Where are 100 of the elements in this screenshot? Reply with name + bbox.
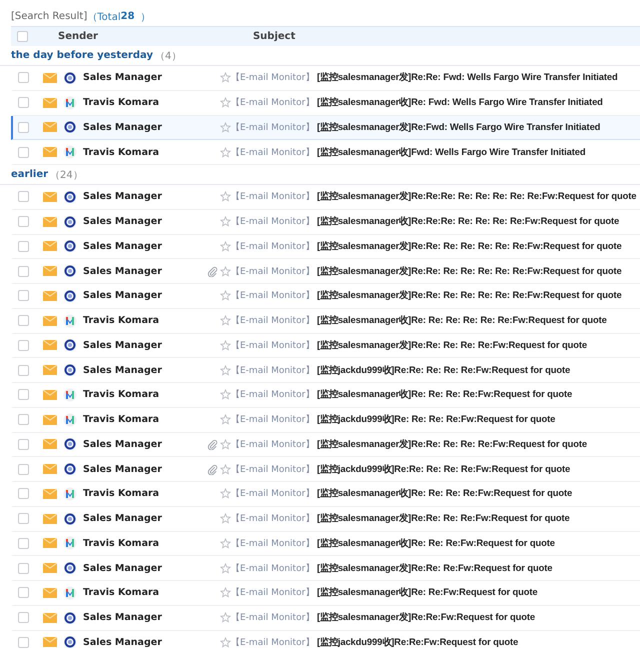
mail-subject[interactable]: [监控salesmanager发]Re:Re: Re: Re: Re: Re: Re:Fw:Request for quote [317,240,622,253]
row-checkbox[interactable] [18,266,29,277]
mail-subject[interactable]: [监控salesmanager收]Re:Re:Re: Re: Re: Re: Re:Fw:Request for quote [317,215,620,228]
mail-subject[interactable]: [监控salesmanager发]Re:Re: Fwd: Wells Fargo Wire Transfer Initiated [317,71,618,84]
mail-subject[interactable]: [监控salesmanager收]Re: Re: Re: Re: Re: Re:Fw:Request for quote [317,314,607,328]
sender-name: Sales Manager [83,216,163,228]
mail-subject[interactable]: [监控salesmanager发]Re:Re:Re: Re: Re: Re: Re: Re:Fw:Request for quote [317,190,636,204]
star-icon[interactable] [220,488,231,500]
envelope-icon [43,316,57,326]
star-icon[interactable] [220,438,231,450]
mail-subject[interactable]: [监控salesmanager发]Re:Re: Re: Re: Re: Re: Re:Fw:Request for quote [317,289,622,302]
monitor-tag: 【E-mail Monitor】 [231,314,317,328]
row-checkbox[interactable] [18,414,29,426]
mail-subject[interactable]: [监控jackdu999收]Re:Re: Re: Re: Re:Fw:Request for quote [317,462,570,476]
row-checkbox[interactable] [18,315,29,326]
row-checkbox[interactable] [18,612,29,624]
row-checkbox[interactable] [18,464,29,475]
sender-name: Travis Komara [83,315,160,326]
star-icon[interactable] [220,513,231,524]
row-checkbox[interactable] [18,438,29,450]
row-checkbox[interactable] [18,488,29,500]
star-icon[interactable] [220,364,231,376]
sender-name: Sales Manager [83,122,163,133]
mail-subject[interactable]: [监控salesmanager发]Re:Re: Re: Re:Fw:Request for quote [317,512,570,526]
row-checkbox[interactable] [18,97,29,108]
star-icon[interactable] [220,97,231,108]
envelope-icon [43,464,57,474]
row-checkbox[interactable] [18,290,29,302]
mail-subject[interactable]: [监控salesmanager发]Re:Re:Fw:Request for quote [317,611,536,624]
mail-subject[interactable]: [监控salesmanager发]Re:Re: Re: Re: Re:Fw:Request for quote [317,438,587,451]
mail-subject[interactable]: [监控salesmanager发]Re:Re: Re: Re: Re:Fw:Request for quote [317,338,587,352]
mail-row[interactable]: Sales Manager 【E-mail Monitor】 [监控salesmanager发]Re:Re: Re: Re: Re: Re: Re:Fw:Request for quote [11,234,640,260]
star-icon[interactable] [220,464,231,475]
row-checkbox[interactable] [18,240,29,252]
star-icon[interactable] [220,122,231,133]
monitor-tag: 【E-mail Monitor】 [231,240,317,253]
sender-name: Travis Komara [83,488,160,500]
envelope-icon [43,538,57,548]
star-icon[interactable] [220,562,231,574]
select-all-checkbox[interactable] [17,31,28,42]
star-icon[interactable] [220,240,231,252]
mail-subject[interactable]: [监控salesmanager发]Re:Re: Re: Re: Re: Re: Re:Fw:Request for quote [317,264,622,278]
row-checkbox[interactable] [18,122,29,133]
envelope-icon [43,192,57,202]
envelope-icon [43,340,57,350]
star-icon[interactable] [220,612,231,624]
row-checkbox[interactable] [18,72,29,84]
sender-name: Sales Manager [83,612,163,624]
star-icon[interactable] [220,414,231,426]
mail-subject[interactable]: [监控salesmanager收]Re: Re:Fw:Request for quote [317,586,538,600]
star-icon[interactable] [220,340,231,351]
sender-name: Sales Manager [83,438,163,450]
mail-subject[interactable]: [监控salesmanager收]Re: Re: Re: Re:Fw:Request for quote [317,388,572,402]
star-icon[interactable] [220,146,231,158]
star-icon[interactable] [220,216,231,228]
avatar-icon [63,388,77,402]
row-checkbox[interactable] [18,216,29,228]
row-checkbox[interactable] [18,636,29,648]
row-checkbox[interactable] [18,513,29,524]
monitor-tag: 【E-mail Monitor】 [231,636,317,649]
group-title[interactable]: the day before yesterday [11,50,153,61]
group-title[interactable]: earlier [11,169,48,180]
row-checkbox[interactable] [18,389,29,400]
sender-name: Sales Manager [83,290,163,302]
star-icon[interactable] [220,315,231,326]
row-checkbox[interactable] [18,364,29,376]
mail-subject[interactable]: [监控jackdu999收]Re: Re: Re: Re:Fw:Request for quote [317,413,556,426]
star-icon[interactable] [220,290,231,302]
monitor-tag: 【E-mail Monitor】 [231,338,317,352]
mail-subject[interactable]: [监控salesmanager收]Re: Fwd: Wells Fargo Wire Transfer Initiated [317,96,603,110]
star-icon[interactable] [220,72,231,84]
star-icon[interactable] [220,389,231,400]
row-checkbox[interactable] [18,191,29,202]
mail-row[interactable]: Sales Manager 【E-mail Monitor】 [监控salesmanager发]Re:Re: Re: Re: Re:Fw:Request for quote [11,334,640,358]
star-icon[interactable] [220,266,231,277]
mail-subject[interactable]: [监控jackdu999收]Re:Re: Re: Re: Re:Fw:Request for quote [317,364,570,377]
star-icon[interactable] [220,636,231,648]
subject-column-header[interactable]: Subject [252,31,296,42]
star-icon[interactable] [220,538,231,549]
row-checkbox[interactable] [18,538,29,549]
mail-row[interactable]: Travis Komara 【E-mail Monitor】 [监控salesmanager收]Re: Re: Re:Fw:Request for quote [11,532,640,556]
mail-subject[interactable]: [监控jackdu999收]Re:Re:Fw:Request for quote [317,636,518,649]
row-checkbox[interactable] [18,587,29,598]
mail-subject[interactable]: [监控salesmanager收]Re: Re: Re:Fw:Request for quote [317,536,555,550]
mail-row[interactable]: Sales Manager 【E-mail Monitor】 [监控salesmanager发]Re:Re: Re: Re: Re:Fw:Request for quote [11,432,640,458]
row-checkbox[interactable] [18,340,29,351]
avatar-icon [63,214,77,229]
mail-subject[interactable]: [监控salesmanager收]Re: Re: Re: Re:Fw:Request for quote [317,487,572,500]
row-checkbox[interactable] [18,562,29,574]
sender-column-header[interactable]: Sender [58,31,98,42]
avatar-icon [63,412,77,427]
star-icon[interactable] [220,587,231,598]
mail-subject[interactable]: [监控salesmanager收]Fwd: Wells Fargo Wire Transfer Initiated [317,146,586,159]
star-icon[interactable] [220,191,231,202]
mail-subject[interactable]: [监控salesmanager发]Re:Fwd: Wells Fargo Wire Transfer Initiated [317,120,600,134]
mail-row[interactable]: Sales Manager 【E-mail Monitor】 [监控salesmanager发]Re:Fwd: Wells Fargo Wire Transfer Initiated [11,116,640,140]
row-checkbox[interactable] [18,146,29,158]
mail-subject[interactable]: [监控salesmanager发]Re:Re: Re:Fw:Request for quote [317,562,552,575]
sender-name: Sales Manager [83,513,163,524]
avatar-icon [63,586,77,600]
